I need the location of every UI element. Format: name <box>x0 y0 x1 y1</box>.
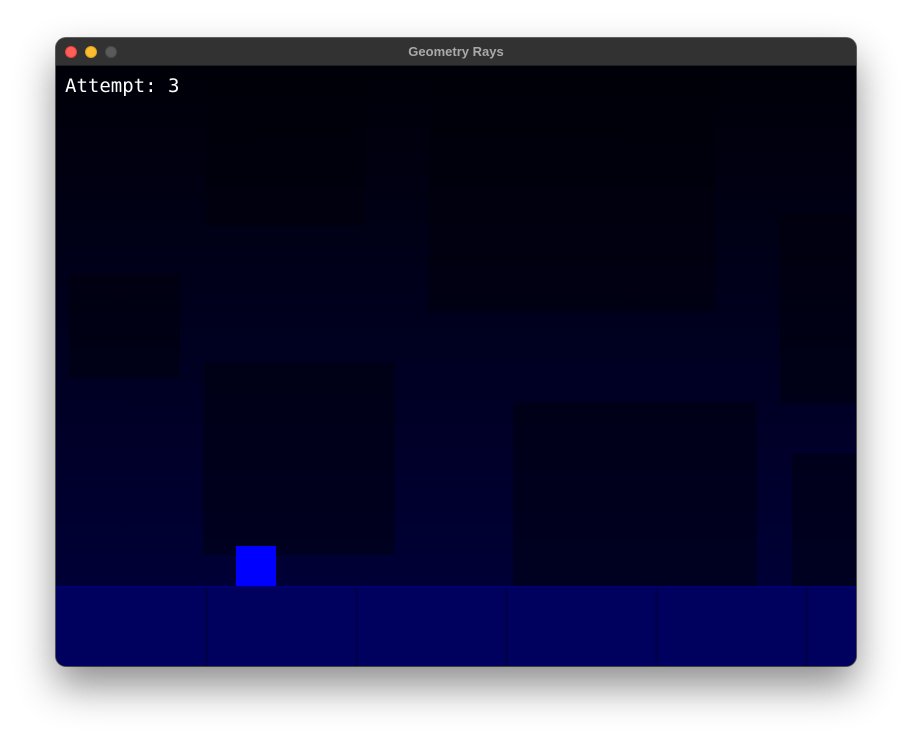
game-window: Geometry Rays Attempt: 3 <box>56 38 856 666</box>
attempt-value: 3 <box>167 75 180 97</box>
ground <box>56 586 856 666</box>
title-bar[interactable]: Geometry Rays <box>56 38 856 66</box>
player-cube <box>236 546 276 586</box>
background-block <box>69 274 180 378</box>
ground-tile-divider <box>805 588 808 666</box>
attempt-label: Attempt: <box>65 75 157 97</box>
background-block <box>429 66 715 311</box>
ground-tile-divider <box>205 588 208 666</box>
ground-tile-divider <box>355 588 358 666</box>
background-block <box>780 214 856 404</box>
window-title: Geometry Rays <box>408 44 504 59</box>
background-block <box>206 66 366 226</box>
attempt-counter: Attempt: 3 <box>65 75 179 97</box>
background-block <box>203 362 395 555</box>
background-block <box>513 402 757 586</box>
background-block <box>792 454 856 586</box>
ground-tile-divider <box>505 588 508 666</box>
game-canvas[interactable]: Attempt: 3 <box>56 66 856 666</box>
ground-tile-divider <box>655 588 658 666</box>
